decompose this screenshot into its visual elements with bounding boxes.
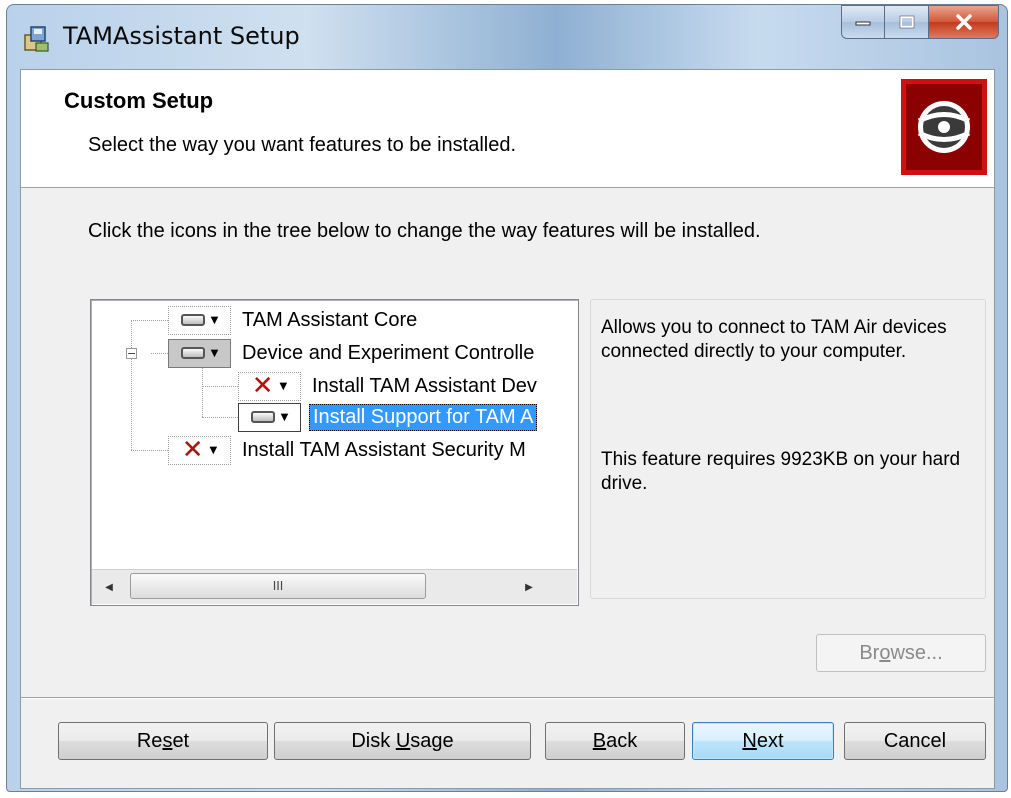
reset-button[interactable]: Re s et xyxy=(58,722,268,760)
minimize-icon xyxy=(855,21,871,26)
disc-icon xyxy=(917,101,971,153)
banner-logo xyxy=(901,79,987,175)
next-label-suffix: ext xyxy=(756,729,784,752)
scrollbar-thumb[interactable]: III xyxy=(130,573,426,599)
browse-button[interactable]: Br o wse... xyxy=(816,634,986,672)
browse-label-prefix: Br xyxy=(859,641,880,664)
minimize-button[interactable] xyxy=(841,5,885,39)
scroll-right-arrow-icon[interactable]: ▶ xyxy=(512,570,546,604)
instruction-text: Click the icons in the tree below to cha… xyxy=(88,220,761,242)
feature-state-button[interactable]: ✕ ▼ xyxy=(238,371,301,401)
tree-item-label: TAM Assistant Core xyxy=(242,308,418,331)
dialog-client-area: Custom Setup Select the way you want fea… xyxy=(20,69,995,789)
back-button[interactable]: Back xyxy=(545,722,685,760)
red-x-icon: ✕ xyxy=(251,371,274,401)
drive-icon xyxy=(250,411,275,423)
next-button[interactable]: Next xyxy=(692,722,834,760)
title-bar[interactable]: TAMAssistant Setup xyxy=(7,5,1007,69)
header-banner: Custom Setup Select the way you want fea… xyxy=(21,70,994,188)
feature-state-button[interactable]: ✕ ▼ xyxy=(168,435,231,465)
reset-label-accel: s xyxy=(162,729,173,752)
page-title: Custom Setup xyxy=(64,88,214,113)
scrollbar-grip: III xyxy=(272,579,284,593)
setup-window: TAMAssistant Setup Custom Setup Select t… xyxy=(6,4,1008,792)
cancel-label: Cancel xyxy=(883,729,947,752)
close-button[interactable] xyxy=(929,5,999,39)
tree-connector xyxy=(151,353,168,354)
tree-item-install-support[interactable]: ▼ Install Support for TAM A xyxy=(238,402,538,432)
dropdown-arrow-icon: ▼ xyxy=(210,314,219,326)
browse-label-accel: o xyxy=(879,641,891,664)
tree-connector xyxy=(131,320,132,450)
feature-state-button[interactable]: ▼ xyxy=(238,402,301,432)
dropdown-arrow-icon: ▼ xyxy=(280,411,289,423)
tree-item-label: Install TAM Assistant Security M xyxy=(242,438,526,461)
close-icon xyxy=(955,14,972,30)
back-label-suffix: ack xyxy=(606,729,638,752)
installer-icon xyxy=(22,23,52,53)
cancel-button[interactable]: Cancel xyxy=(844,722,986,760)
tree-connector xyxy=(202,368,203,417)
dropdown-arrow-icon: ▼ xyxy=(209,444,218,456)
disk-usage-label-suffix: sage xyxy=(410,729,454,752)
collapse-expander[interactable]: − xyxy=(126,348,137,359)
tree-connector xyxy=(202,417,238,418)
red-x-icon: ✕ xyxy=(181,435,204,465)
feature-state-button[interactable]: ▼ xyxy=(168,305,231,335)
drive-icon xyxy=(180,314,205,326)
disk-usage-label-prefix: Disk xyxy=(351,729,396,752)
feature-description-panel: Allows you to connect to TAM Air devices… xyxy=(590,299,986,599)
horizontal-scrollbar[interactable]: ◀ III ▶ xyxy=(92,569,577,604)
tree-connector xyxy=(202,386,238,387)
feature-tree-content: − ▼ TAM Assistant Core ▼ Device and Expe… xyxy=(91,300,578,570)
feature-tree[interactable]: − ▼ TAM Assistant Core ▼ Device and Expe… xyxy=(90,299,579,606)
tree-item-security[interactable]: ✕ ▼ Install TAM Assistant Security M xyxy=(168,435,529,465)
reset-label-prefix: Re xyxy=(136,729,163,752)
feature-state-button[interactable]: ▼ xyxy=(168,338,231,368)
feature-description: Allows you to connect to TAM Air devices… xyxy=(601,317,947,362)
caption-buttons xyxy=(841,5,999,39)
tree-connector xyxy=(131,320,168,321)
maximize-icon xyxy=(899,15,914,29)
tree-item-device-control[interactable]: ▼ Device and Experiment Controlle xyxy=(168,338,537,368)
tree-item-label: Install TAM Assistant Dev xyxy=(312,374,537,397)
tree-item-label: Device and Experiment Controlle xyxy=(242,341,535,364)
disk-usage-button[interactable]: Disk Usage xyxy=(274,722,531,760)
drive-icon xyxy=(180,347,205,359)
reset-label-suffix: et xyxy=(172,729,190,752)
tree-item-core[interactable]: ▼ TAM Assistant Core xyxy=(168,305,420,335)
maximize-button[interactable] xyxy=(885,5,929,39)
page-description: Select the way you want features to be i… xyxy=(88,134,517,156)
tree-item-label-selected: Install Support for TAM A xyxy=(309,403,538,431)
window-title: TAMAssistant Setup xyxy=(63,22,300,50)
dropdown-arrow-icon: ▼ xyxy=(210,347,219,359)
dropdown-arrow-icon: ▼ xyxy=(279,380,288,392)
tree-item-install-dev[interactable]: ✕ ▼ Install TAM Assistant Dev xyxy=(238,371,540,401)
browse-label-suffix: wse... xyxy=(890,641,943,664)
disk-usage-label-accel: U xyxy=(395,729,411,752)
scroll-left-arrow-icon[interactable]: ◀ xyxy=(92,570,126,604)
tree-connector xyxy=(131,450,168,451)
feature-size-requirement: This feature requires 9923KB on your har… xyxy=(601,449,961,494)
next-label-accel: N xyxy=(742,729,757,752)
back-label-accel: B xyxy=(592,729,607,752)
button-separator xyxy=(21,697,994,699)
